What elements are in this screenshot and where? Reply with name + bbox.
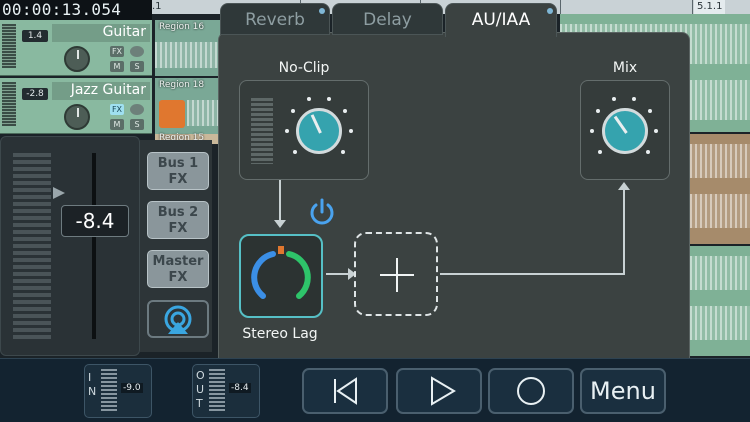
tab-reverb[interactable]: Reverb bbox=[220, 3, 330, 35]
track-level-meter bbox=[2, 24, 16, 68]
track-pan-knob[interactable] bbox=[64, 104, 90, 130]
bus2-fx-button[interactable]: Bus 2 FX bbox=[147, 201, 209, 239]
track-fx-button[interactable]: FX bbox=[110, 46, 124, 57]
menu-button[interactable]: Menu bbox=[580, 368, 666, 414]
track-header-jazz-guitar[interactable]: -2.8 Jazz Guitar FX M S bbox=[0, 78, 152, 134]
mix-knob-scale bbox=[590, 95, 662, 167]
region-clip[interactable]: Region 16 bbox=[155, 20, 225, 76]
track-solo-button[interactable]: S bbox=[130, 61, 144, 72]
track-name: Guitar bbox=[52, 24, 150, 42]
noclip-knob-scale bbox=[285, 95, 357, 167]
track-pan-knob[interactable] bbox=[64, 46, 90, 72]
record-button[interactable] bbox=[488, 368, 574, 414]
fx-button-sublabel: FX bbox=[168, 172, 188, 187]
tab-au-iaa[interactable]: AU/IAA bbox=[445, 3, 557, 37]
airplay-button[interactable] bbox=[147, 300, 209, 338]
power-icon[interactable] bbox=[306, 196, 338, 228]
timeline-marker: .1 bbox=[152, 1, 162, 12]
plugin-icon bbox=[251, 246, 311, 299]
fx-button-sublabel: FX bbox=[168, 270, 188, 285]
track-mute-button[interactable]: M bbox=[110, 119, 124, 130]
track-volume-value: 1.4 bbox=[22, 30, 48, 42]
plugin-label: Stereo Lag bbox=[242, 326, 318, 342]
track-volume-value: -2.8 bbox=[22, 88, 48, 100]
input-label: IN bbox=[88, 371, 97, 398]
time-display: 00:00:13.054 bbox=[0, 0, 152, 20]
master-fx-button[interactable]: Master FX bbox=[147, 250, 209, 288]
track-fx-button[interactable]: FX bbox=[110, 104, 124, 115]
track-record-button[interactable] bbox=[130, 46, 144, 57]
region-clip[interactable]: Region 18 bbox=[155, 78, 225, 134]
noclip-label: No-Clip bbox=[278, 60, 330, 76]
track-solo-button[interactable]: S bbox=[130, 119, 144, 130]
timeline-marker-end: 5.1.1 bbox=[694, 0, 726, 14]
noclip-meter bbox=[251, 98, 273, 164]
tab-delay[interactable]: Delay bbox=[332, 3, 443, 35]
mixer-panel: -8.4 bbox=[0, 136, 140, 356]
add-plugin-slot[interactable] bbox=[354, 232, 438, 316]
record-icon bbox=[517, 377, 545, 405]
meter-pointer-icon bbox=[53, 187, 65, 199]
input-meter[interactable]: IN -9.0 bbox=[84, 364, 152, 418]
play-icon bbox=[431, 376, 456, 406]
mix-label: Mix bbox=[612, 60, 638, 76]
output-level-bars bbox=[209, 369, 225, 413]
tab-indicator-dot bbox=[547, 8, 553, 14]
input-level-bars bbox=[101, 369, 117, 413]
airplay-icon bbox=[164, 305, 192, 334]
rewind-button[interactable] bbox=[302, 368, 388, 414]
track-header-guitar[interactable]: 1.4 Guitar FX M S bbox=[0, 20, 152, 76]
track-mute-button[interactable]: M bbox=[110, 61, 124, 72]
output-meter[interactable]: OUT -8.4 bbox=[192, 364, 260, 418]
region-label: Region 18 bbox=[159, 80, 205, 90]
input-value: -9.0 bbox=[121, 383, 143, 393]
skip-back-icon bbox=[334, 377, 357, 405]
fx-button-label: Bus 1 bbox=[157, 156, 199, 171]
fx-button-sublabel: FX bbox=[168, 221, 188, 236]
track-name: Jazz Guitar bbox=[52, 82, 150, 100]
output-value: -8.4 bbox=[229, 383, 251, 393]
plugin-slot-stereo-lag[interactable] bbox=[239, 234, 323, 318]
fx-button-label: Bus 2 bbox=[157, 205, 199, 220]
fader-value[interactable]: -8.4 bbox=[61, 205, 129, 237]
region-label: Region 16 bbox=[159, 22, 205, 32]
track-record-button[interactable] bbox=[130, 104, 144, 115]
fader-track[interactable] bbox=[92, 153, 96, 339]
fx-button-label: Master bbox=[152, 254, 204, 269]
play-button[interactable] bbox=[396, 368, 482, 414]
tab-indicator-dot bbox=[319, 8, 325, 14]
bus1-fx-button[interactable]: Bus 1 FX bbox=[147, 152, 209, 190]
waveform bbox=[155, 42, 225, 68]
level-meter bbox=[13, 153, 51, 339]
region-selection-handle[interactable] bbox=[159, 100, 185, 128]
track-level-meter bbox=[2, 82, 16, 126]
output-label: OUT bbox=[196, 369, 205, 410]
